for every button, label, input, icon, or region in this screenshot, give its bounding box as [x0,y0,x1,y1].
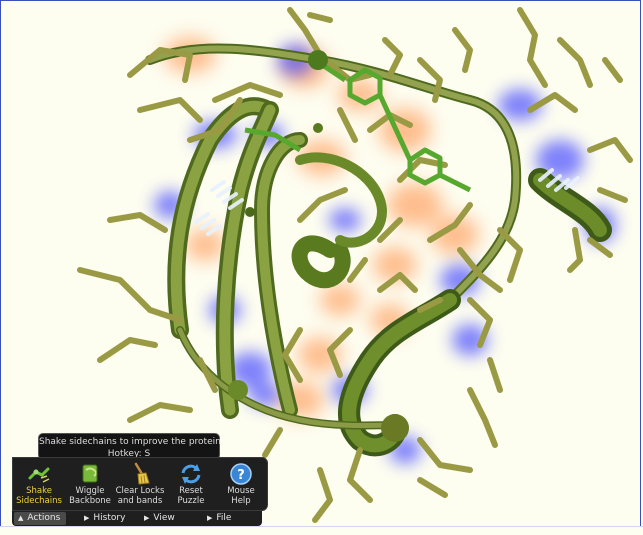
tool-label-line-1: Mouse [227,486,255,496]
tool-label-line-2: Sidechains [16,496,62,506]
tooltip: Shake sidechains to improve the protein … [38,433,221,460]
tab-arrow-icon: ▶ [144,514,150,522]
clear-locks-button[interactable]: Clear Locks and bands [115,462,165,510]
reset-puzzle-button[interactable]: Reset Puzzle [166,462,216,510]
broom-icon [134,462,150,485]
tool-label-line-1: Shake [26,486,52,496]
menu-tabs: ▲ Actions ▶ History ▶ View ▶ File [12,511,262,526]
tab-file[interactable]: ▶ File [207,512,231,525]
status-strip [0,526,643,535]
shake-sidechains-icon [28,467,50,483]
tab-view[interactable]: ▶ View [144,512,175,525]
tool-label-line-2: Backbone [69,496,111,506]
mouse-help-button[interactable]: ? Mouse Help [216,462,266,510]
tool-label-line-1: Wiggle [75,486,105,496]
game-window: Shake sidechains to improve the protein … [0,0,643,535]
tooltip-line-1: Shake sidechains to improve the protein [39,437,221,447]
tab-arrow-icon: ▶ [84,514,90,522]
tab-arrow-icon: ▶ [207,514,213,522]
tab-arrow-icon: ▲ [18,514,24,522]
help-icon: ? [230,463,252,485]
tool-label-line-2: Puzzle [177,496,205,506]
tool-label-line-2: and bands [117,496,163,506]
shake-sidechains-button[interactable]: Shake Sidechains [14,462,64,510]
svg-text:?: ? [237,468,245,483]
actions-toolbar: Shake Sidechains Wiggle Backbone Clear L… [12,457,268,511]
tool-label-line-2: Help [231,496,251,506]
wiggle-backbone-icon [82,464,98,483]
tab-actions[interactable]: ▲ Actions [14,512,67,525]
tool-label-line-1: Clear Locks [115,486,165,496]
tab-label: History [93,513,126,523]
tool-label-line-1: Reset [179,486,203,496]
tab-label: View [153,513,175,523]
reset-icon [181,464,201,484]
tab-label: Actions [27,513,61,523]
tab-history[interactable]: ▶ History [84,512,125,525]
tab-label: File [216,513,232,523]
wiggle-backbone-button[interactable]: Wiggle Backbone [65,462,115,510]
